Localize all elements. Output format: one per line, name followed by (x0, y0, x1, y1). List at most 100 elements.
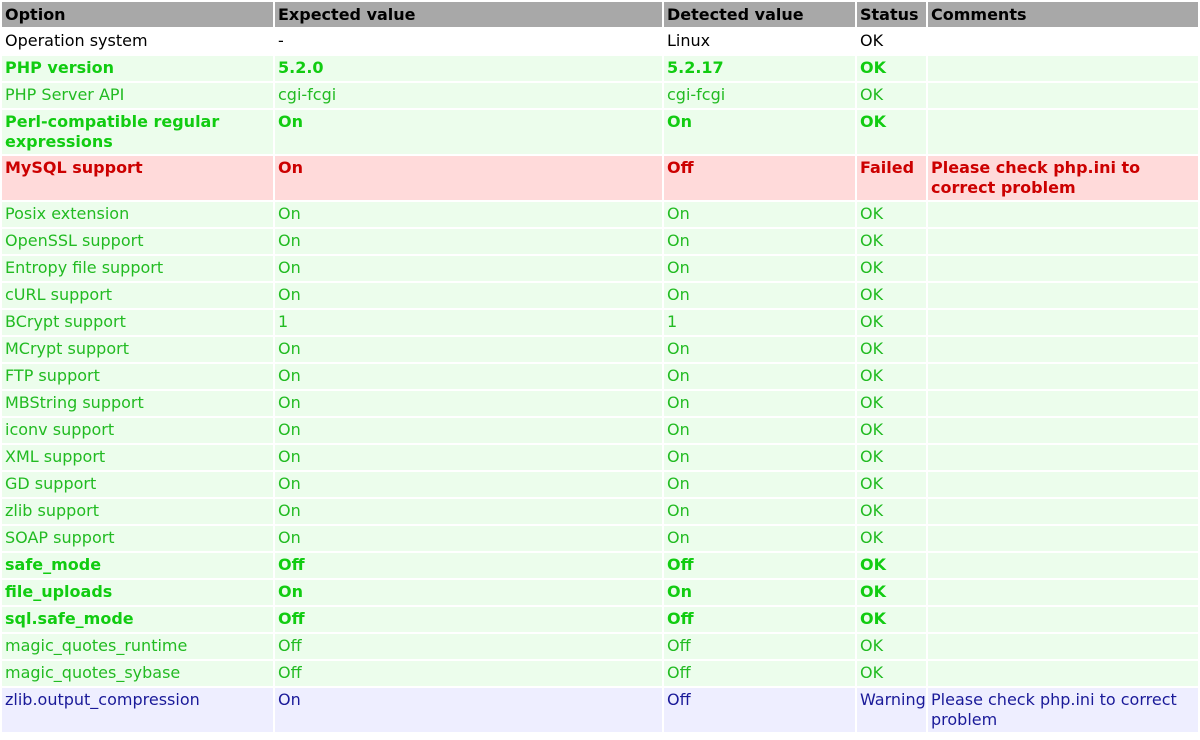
detected-cell: On (664, 445, 855, 470)
status-cell: OK (857, 445, 926, 470)
comments-cell (928, 472, 1198, 497)
table-row: Posix extension On On OK (2, 202, 1198, 227)
status-cell: OK (857, 472, 926, 497)
comments-cell (928, 607, 1198, 632)
comments-cell (928, 310, 1198, 335)
requirements-table: Option Expected value Detected value Sta… (0, 0, 1200, 734)
detected-cell: 5.2.17 (664, 56, 855, 81)
table-row: iconv support On On OK (2, 418, 1198, 443)
detected-cell: Off (664, 553, 855, 578)
table-row: MySQL support On Off Failed Please check… (2, 156, 1198, 200)
detected-cell: On (664, 256, 855, 281)
status-cell: OK (857, 110, 926, 154)
comments-cell (928, 229, 1198, 254)
comments-cell (928, 364, 1198, 389)
expected-cell: cgi-fcgi (275, 83, 662, 108)
comments-cell (928, 661, 1198, 686)
status-cell: OK (857, 364, 926, 389)
expected-cell: On (275, 364, 662, 389)
expected-cell: On (275, 229, 662, 254)
detected-cell: Off (664, 156, 855, 200)
expected-cell: On (275, 337, 662, 362)
status-cell: OK (857, 310, 926, 335)
status-cell: OK (857, 553, 926, 578)
comments-cell (928, 29, 1198, 54)
detected-cell: On (664, 364, 855, 389)
detected-cell: On (664, 580, 855, 605)
detected-cell: On (664, 337, 855, 362)
header-row: Option Expected value Detected value Sta… (2, 2, 1198, 27)
comments-cell: Please check php.ini to correct problem (928, 156, 1198, 200)
option-cell: MCrypt support (2, 337, 273, 362)
option-cell: PHP version (2, 56, 273, 81)
detected-cell: On (664, 391, 855, 416)
header-comments: Comments (928, 2, 1198, 27)
detected-cell: On (664, 472, 855, 497)
status-cell: OK (857, 337, 926, 362)
option-cell: PHP Server API (2, 83, 273, 108)
table-row: SOAP support On On OK (2, 526, 1198, 551)
option-cell: OpenSSL support (2, 229, 273, 254)
option-cell: Posix extension (2, 202, 273, 227)
comments-cell (928, 553, 1198, 578)
comments-cell (928, 110, 1198, 154)
table-row: XML support On On OK (2, 445, 1198, 470)
expected-cell: Off (275, 661, 662, 686)
expected-cell: Off (275, 634, 662, 659)
option-cell: XML support (2, 445, 273, 470)
option-cell: FTP support (2, 364, 273, 389)
expected-cell: Off (275, 607, 662, 632)
status-cell: OK (857, 229, 926, 254)
comments-cell (928, 56, 1198, 81)
detected-cell: On (664, 283, 855, 308)
table-row: MBString support On On OK (2, 391, 1198, 416)
table-row: safe_mode Off Off OK (2, 553, 1198, 578)
status-cell: OK (857, 83, 926, 108)
status-cell: OK (857, 580, 926, 605)
table-row: magic_quotes_sybase Off Off OK (2, 661, 1198, 686)
header-detected: Detected value (664, 2, 855, 27)
header-expected: Expected value (275, 2, 662, 27)
option-cell: sql.safe_mode (2, 607, 273, 632)
expected-cell: On (275, 418, 662, 443)
detected-cell: On (664, 526, 855, 551)
comments-cell (928, 445, 1198, 470)
table-row: cURL support On On OK (2, 283, 1198, 308)
expected-cell: - (275, 29, 662, 54)
expected-cell: 5.2.0 (275, 56, 662, 81)
comments-cell (928, 391, 1198, 416)
detected-cell: Linux (664, 29, 855, 54)
table-row: FTP support On On OK (2, 364, 1198, 389)
table-row: Operation system - Linux OK (2, 29, 1198, 54)
status-cell: OK (857, 29, 926, 54)
detected-cell: Off (664, 634, 855, 659)
expected-cell: On (275, 256, 662, 281)
option-cell: safe_mode (2, 553, 273, 578)
detected-cell: Off (664, 688, 855, 732)
detected-cell: On (664, 110, 855, 154)
detected-cell: On (664, 499, 855, 524)
expected-cell: On (275, 688, 662, 732)
header-option: Option (2, 2, 273, 27)
comments-cell (928, 580, 1198, 605)
expected-cell: On (275, 391, 662, 416)
status-cell: OK (857, 526, 926, 551)
comments-cell (928, 499, 1198, 524)
option-cell: iconv support (2, 418, 273, 443)
option-cell: zlib support (2, 499, 273, 524)
status-cell: Warning (857, 688, 926, 732)
expected-cell: 1 (275, 310, 662, 335)
option-cell: magic_quotes_runtime (2, 634, 273, 659)
table-row: OpenSSL support On On OK (2, 229, 1198, 254)
comments-cell (928, 256, 1198, 281)
status-cell: Failed (857, 156, 926, 200)
comments-cell (928, 283, 1198, 308)
detected-cell: On (664, 202, 855, 227)
expected-cell: On (275, 283, 662, 308)
option-cell: MBString support (2, 391, 273, 416)
status-cell: OK (857, 283, 926, 308)
detected-cell: On (664, 418, 855, 443)
expected-cell: On (275, 445, 662, 470)
comments-cell (928, 418, 1198, 443)
detected-cell: cgi-fcgi (664, 83, 855, 108)
